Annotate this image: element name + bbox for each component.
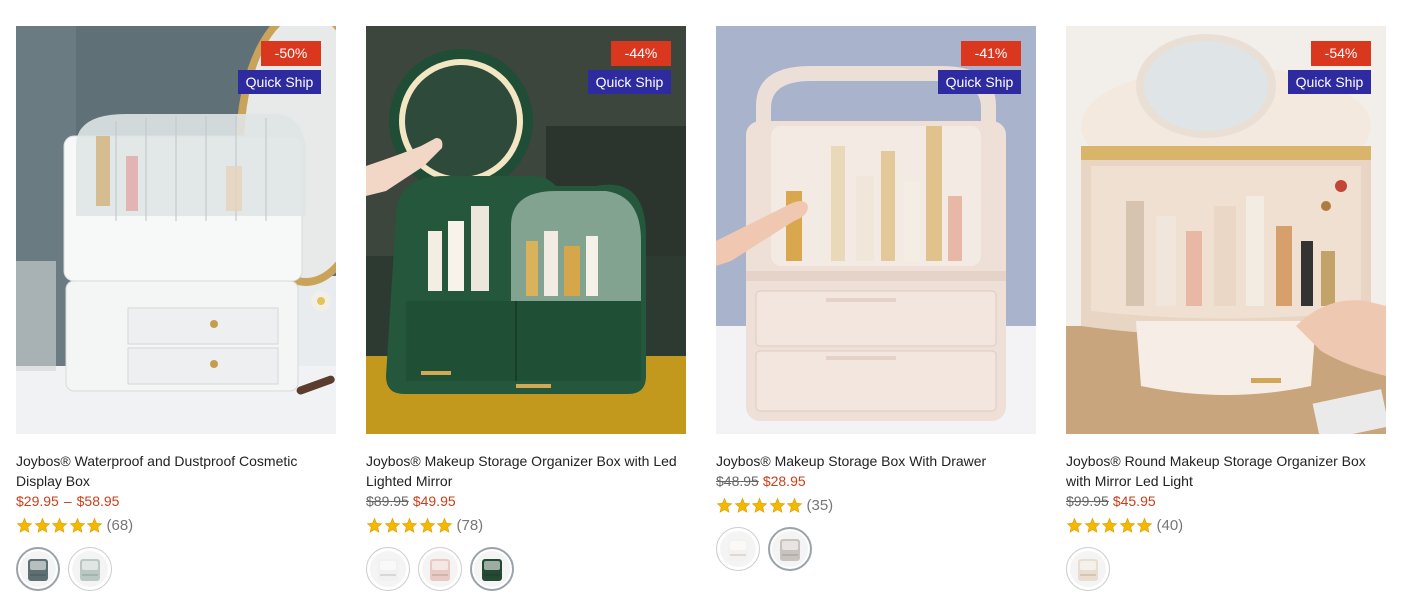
product-price: $89.95 $49.95 <box>366 491 686 511</box>
quick-ship-badge: Quick Ship <box>588 70 671 94</box>
color-swatches <box>716 527 1036 571</box>
product-price: $99.95 $45.95 <box>1066 491 1386 511</box>
discount-badge: -41% <box>961 41 1021 66</box>
color-swatch[interactable] <box>418 547 462 591</box>
star-icon <box>1136 517 1153 533</box>
star-icon <box>16 517 33 533</box>
star-icon <box>86 517 103 533</box>
review-count: (40) <box>1156 516 1184 534</box>
color-swatches <box>366 547 686 591</box>
product-card[interactable]: -54% Quick Ship Joybos® Round Makeup Sto… <box>1066 26 1386 591</box>
star-icon <box>366 517 383 533</box>
star-icon <box>1066 517 1083 533</box>
review-count: (35) <box>806 496 834 514</box>
product-price: $29.95– $58.95 <box>16 491 336 511</box>
star-icon <box>34 517 50 533</box>
star-rating <box>1066 517 1154 534</box>
discount-badge: -54% <box>1311 41 1371 66</box>
star-rating <box>16 517 104 534</box>
original-price: $48.95 <box>716 473 759 489</box>
swatch-thumbnail <box>772 531 808 567</box>
sale-price: $49.95 <box>412 493 456 509</box>
star-icon <box>1119 517 1135 533</box>
star-icon <box>419 517 435 533</box>
star-icon <box>1101 517 1118 533</box>
star-icon <box>1084 517 1100 533</box>
sale-price: $45.95 <box>1112 493 1156 509</box>
product-image[interactable]: -54% Quick Ship <box>1066 26 1386 434</box>
color-swatch[interactable] <box>716 527 760 571</box>
price-high: $58.95 <box>76 493 120 509</box>
quick-ship-badge: Quick Ship <box>1288 70 1371 94</box>
star-icon <box>51 517 68 533</box>
color-swatch[interactable] <box>366 547 410 591</box>
rating[interactable]: (40) <box>1066 515 1386 535</box>
product-title[interactable]: Joybos® Round Makeup Storage Organizer B… <box>1066 451 1386 491</box>
swatch-thumbnail <box>422 551 458 587</box>
star-icon <box>734 497 750 513</box>
rating[interactable]: (68) <box>16 515 336 535</box>
rating[interactable]: (78) <box>366 515 686 535</box>
star-icon <box>751 497 768 513</box>
product-card[interactable]: -50% Quick Ship Joybos® Waterproof and D… <box>16 26 336 591</box>
discount-badge: -44% <box>611 41 671 66</box>
color-swatch[interactable] <box>68 547 112 591</box>
star-icon <box>769 497 785 513</box>
swatch-thumbnail <box>474 551 510 587</box>
product-price: $48.95 $28.95 <box>716 471 1036 491</box>
color-swatch[interactable] <box>1066 547 1110 591</box>
swatch-thumbnail <box>720 531 756 567</box>
color-swatches <box>16 547 336 591</box>
color-swatches <box>1066 547 1386 591</box>
star-rating <box>716 497 804 514</box>
color-swatch[interactable] <box>768 527 812 571</box>
swatch-thumbnail <box>1070 551 1106 587</box>
product-title[interactable]: Joybos® Makeup Storage Box With Drawer <box>716 451 1036 471</box>
star-icon <box>436 517 453 533</box>
product-title[interactable]: Joybos® Waterproof and Dustproof Cosmeti… <box>16 451 336 491</box>
swatch-thumbnail <box>20 551 56 587</box>
product-title[interactable]: Joybos® Makeup Storage Organizer Box wit… <box>366 451 686 491</box>
rating[interactable]: (35) <box>716 495 1036 515</box>
swatch-thumbnail <box>370 551 406 587</box>
star-icon <box>786 497 803 513</box>
sale-price: $28.95 <box>762 473 806 489</box>
price-low: $29.95 <box>16 493 59 509</box>
product-image[interactable]: -44% Quick Ship <box>366 26 686 434</box>
star-icon <box>384 517 400 533</box>
product-image[interactable]: -50% Quick Ship <box>16 26 336 434</box>
swatch-thumbnail <box>72 551 108 587</box>
product-card[interactable]: -44% Quick Ship Joybos® Makeup Storage O… <box>366 26 686 591</box>
review-count: (78) <box>456 516 484 534</box>
star-icon <box>69 517 85 533</box>
star-icon <box>716 497 733 513</box>
star-icon <box>401 517 418 533</box>
original-price: $99.95 <box>1066 493 1109 509</box>
product-image[interactable]: -41% Quick Ship <box>716 26 1036 434</box>
price-range-separator: – <box>63 493 72 509</box>
star-rating <box>366 517 454 534</box>
original-price: $89.95 <box>366 493 409 509</box>
color-swatch[interactable] <box>16 547 60 591</box>
quick-ship-badge: Quick Ship <box>238 70 321 94</box>
review-count: (68) <box>106 516 134 534</box>
discount-badge: -50% <box>261 41 321 66</box>
quick-ship-badge: Quick Ship <box>938 70 1021 94</box>
color-swatch[interactable] <box>470 547 514 591</box>
product-card[interactable]: -41% Quick Ship Joybos® Makeup Storage B… <box>716 26 1036 571</box>
